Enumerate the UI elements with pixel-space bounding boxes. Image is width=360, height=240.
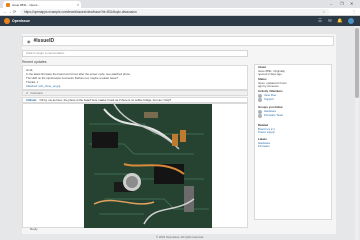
pcb-photo[interactable] [84, 104, 212, 228]
group-name: Firmware Team [264, 112, 284, 117]
member-avatar [258, 93, 262, 98]
page-title: #IssueID [33, 38, 55, 44]
maximize-icon[interactable]: ❐ [340, 1, 344, 6]
back-icon[interactable]: ← [3, 9, 7, 14]
logo-icon [4, 18, 10, 24]
check-icon: ✔ [26, 91, 29, 95]
attachment-link[interactable]: Attached: pcb_close_up.jpg [26, 84, 244, 88]
sidebar-status: Status Open, updated 2 hours ago by some… [258, 77, 287, 89]
question-text: OK by me as here, the photo of the board… [39, 98, 172, 102]
forward-icon[interactable]: → [8, 9, 12, 14]
group-avatar [258, 113, 262, 118]
sidebar-members: Activity / Members Jane Doe Support [258, 89, 283, 102]
browser-tab[interactable]: Issue #831 - Openi... × [3, 1, 81, 8]
mail-icon[interactable]: ✉ [328, 18, 332, 24]
title-bar: ◉ #IssueID [22, 36, 334, 46]
sidebar-about: About Issue #831, Originally opened 2 da… [258, 65, 285, 77]
browser-tabbar: Issue #831 - Openi... × – ❐ ✕ [0, 0, 360, 8]
address-row: ← → ⟳ https://openapps.example.com/team/… [0, 8, 360, 16]
bell-icon[interactable]: 🔔 [337, 18, 343, 24]
menu-icon[interactable]: ☰ [318, 18, 322, 24]
user-avatar[interactable] [348, 18, 354, 24]
address-bar[interactable]: https://openapps.example.com/team/issues… [20, 9, 330, 15]
comment-label[interactable]: Comment [30, 91, 42, 95]
member-row[interactable]: Support [258, 96, 283, 102]
related-link[interactable]: Power supply [258, 131, 275, 135]
close-window-icon[interactable]: ✕ [350, 1, 353, 6]
tab-title: Issue #831 - Openi... [12, 2, 40, 7]
reply-button[interactable]: Reply [30, 227, 38, 231]
app-header: OpenIssue ☰ ✉ 🔔 [0, 16, 360, 26]
post-meta: ✔ Comment [22, 90, 248, 96]
post-body: Hi all, In the latest firmware the board… [22, 65, 248, 90]
minimize-icon[interactable]: – [330, 1, 332, 6]
app-logo[interactable]: OpenIssue [4, 18, 30, 24]
sidebar-groups: Groups you follow Hardware Firmware Team [258, 105, 284, 118]
section-label: Recent updates [22, 60, 47, 64]
sidebar-related: Related Board rev 2.1 Power supply [258, 123, 275, 135]
page-footer: © 2023 OpenIssue. All rights reserved. [156, 235, 204, 239]
issue-icon: ◉ [27, 38, 31, 44]
logo-text: OpenIssue [12, 19, 30, 23]
bookmark-star-icon[interactable]: ☆ [322, 9, 326, 14]
conversation-input[interactable]: Click to begin a conversation [22, 50, 248, 57]
browser-menu-icon[interactable]: ⋮ [352, 9, 356, 14]
favicon-icon [6, 2, 10, 7]
reload-icon[interactable]: ⟳ [13, 9, 16, 14]
label-link[interactable]: Firmware [258, 145, 270, 149]
sidebar-labels: Labels Hardware Firmware [258, 137, 270, 149]
question-author[interactable]: I.Nikolic [26, 98, 37, 102]
tab-close-icon[interactable]: × [77, 3, 79, 7]
scrollbar-thumb[interactable] [355, 28, 359, 98]
member-name: Support [264, 96, 274, 101]
group-avatar [258, 109, 262, 114]
group-row[interactable]: Firmware Team [258, 112, 284, 118]
member-avatar [258, 97, 262, 102]
